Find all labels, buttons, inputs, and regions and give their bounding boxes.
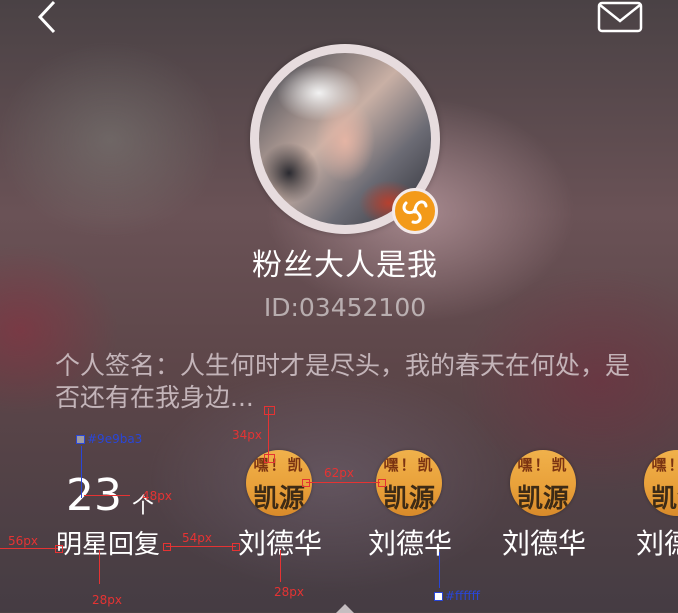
annotation-line (84, 495, 130, 496)
color-annotation: #ffffff (434, 589, 480, 603)
star-thumbnail: 嘿！凯 凯源系 (644, 450, 678, 516)
annotation-line (439, 552, 440, 588)
star-item[interactable]: 嘿！凯 凯源系 刘德华 (608, 450, 678, 560)
spacing-annotation: 56px (8, 534, 38, 548)
triskelion-icon (402, 200, 428, 224)
annotation-marker (302, 479, 310, 487)
mail-button[interactable] (596, 0, 644, 34)
star-name: 刘德华 (501, 527, 586, 560)
badge (392, 188, 438, 234)
star-thumbnail: 嘿！凯 凯源系 (510, 450, 576, 516)
annotation-marker (264, 454, 275, 463)
annotation-marker (264, 406, 275, 415)
spacing-annotation: 34px (232, 428, 262, 442)
star-item[interactable]: 嘿！凯 凯源系 刘德华 (474, 450, 614, 560)
annotation-marker (232, 543, 240, 551)
spacing-annotation: 28px (274, 585, 304, 599)
annotation-line (81, 446, 82, 498)
annotation-marker (378, 479, 386, 487)
signature: 个人签名：人生何时才是尽头，我的春天在何处，是否还有在我身边... (55, 351, 631, 412)
star-name: 刘德华 (635, 527, 678, 560)
spacing-annotation: 48px (142, 489, 172, 503)
envelope-icon (597, 1, 643, 33)
annotation-line (0, 548, 58, 549)
back-button[interactable] (28, 0, 68, 36)
nickname: 粉丝大人是我 (252, 248, 438, 283)
reply-count-label: 明星回复 (56, 530, 161, 560)
annotation-marker (55, 545, 63, 553)
reply-count: 23 (66, 470, 122, 521)
spacing-annotation: 54px (182, 531, 212, 545)
color-annotation: #9e9ba3 (76, 432, 142, 446)
star-name: 刘德华 (367, 527, 452, 560)
star-item[interactable]: 嘿！凯 凯源系 刘德华 (340, 450, 480, 560)
user-id: ID:03452100 (263, 293, 427, 322)
chevron-left-icon (37, 0, 56, 34)
annotation-line (280, 550, 281, 582)
annotation-line (99, 550, 100, 584)
annotation-line (166, 546, 236, 547)
spacing-annotation: 28px (92, 593, 122, 607)
annotation-line (306, 482, 380, 483)
spacing-annotation: 62px (324, 466, 354, 480)
annotation-marker (163, 543, 171, 551)
